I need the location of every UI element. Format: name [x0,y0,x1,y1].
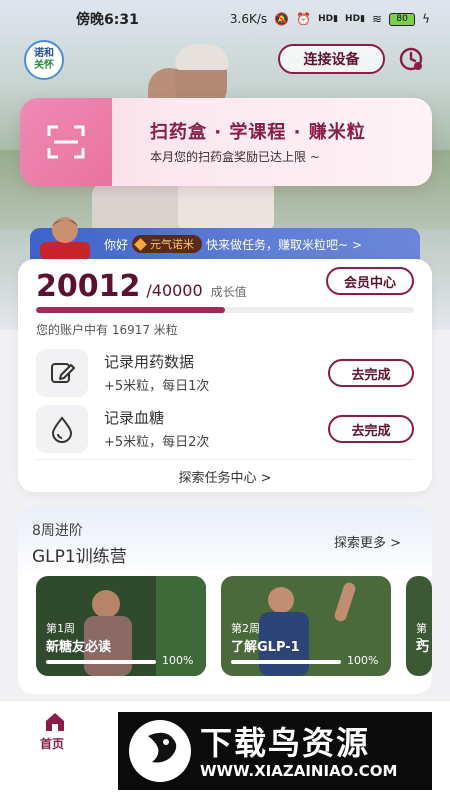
course-progress: 100% [162,654,194,667]
divider [36,459,414,460]
task-reward: +5米粒，每日2次 [104,435,210,450]
complete-task-button[interactable]: 去完成 [328,415,414,443]
hero-person-hair [175,44,229,70]
status-bar: 傍晚6:31 3.6K/s 🔕 ⏰ HD▮ HD▮ ≋ 80 ϟ [0,0,450,38]
training-camp-section: 8周进阶 GLP1训练营 探索更多 > 第1周 新糖友必读 100% 第2周 了… [18,506,432,694]
nav-home-label[interactable]: 首页 [40,735,64,752]
banner-title: 扫药盒 · 学课程 · 赚米粒 [150,122,366,143]
growth-unit: 成长值 [210,285,247,299]
explore-task-center-link[interactable]: 探索任务中心 > [18,467,432,486]
camp-weeks: 8周进阶 [32,523,83,539]
pencil-icon [36,349,88,397]
camp-title: GLP1训练营 [32,547,127,567]
hero-person-body [92,180,184,230]
logo-text: 诺和 [34,48,54,59]
history-settings-icon[interactable] [398,46,424,72]
task-name: 记录血糖 [104,409,165,427]
user-name-badge: 元气诺米 [132,235,203,253]
banner-subtitle: 本月您的扫药盒奖励已达上限 ~ [150,150,320,164]
charging-icon: ϟ [422,12,430,26]
course-progress-bar [231,660,341,664]
blood-drop-icon [36,405,88,453]
status-time: 傍晚6:31 [76,12,139,28]
course-name: 了解GLP-1 [231,640,300,655]
course-card[interactable]: 第3 巧 [406,576,432,676]
signal-icon: HD▮ [318,14,339,24]
course-week: 第2周 [231,622,260,635]
complete-task-button[interactable]: 去完成 [328,359,414,387]
course-name: 巧 [416,640,430,655]
scan-banner[interactable]: 扫药盒 · 学课程 · 赚米粒 本月您的扫药盒奖励已达上限 ~ [20,98,432,186]
growth-value: 20012 /40000 成长值 [36,269,247,304]
member-center-button[interactable]: 会员中心 [326,267,414,295]
battery-icon: 80 [389,12,416,26]
alarm-icon: ⏰ [296,12,312,26]
greeting-prefix: 你好 [104,237,129,252]
logo-text: 关怀 [34,60,54,71]
network-speed: 3.6K/s [229,12,268,26]
account-balance: 您的账户中有 16917 米粒 [36,323,178,337]
connect-device-button[interactable]: 连接设备 [278,44,385,74]
course-card[interactable]: 第2周 了解GLP-1 100% [221,576,391,676]
mute-icon: 🔕 [274,12,290,26]
watermark: 下载鸟资源 WWW.XIAZAINIAO.COM [118,712,432,790]
course-name: 新糖友必读 [46,640,112,655]
course-progress: 100% [347,654,379,667]
explore-more-link[interactable]: 探索更多 > [334,532,401,551]
greeting-strip[interactable]: 你好 元气诺米 快来做任务，赚取米粒吧~ > [30,217,420,260]
task-name: 记录用药数据 [104,353,195,371]
signal-icon: HD▮ [345,14,366,24]
scan-icon [20,98,112,186]
course-progress-bar [46,660,156,664]
wifi-icon: ≋ [372,12,383,26]
gem-icon [134,237,147,251]
growth-total: /40000 [146,281,203,300]
growth-progress-fill [36,307,225,313]
course-card[interactable]: 第1周 新糖友必读 100% [36,576,206,676]
bird-logo-icon [129,720,191,782]
greeting-text: 快来做任务，赚取米粒吧~ > [206,237,362,252]
task-reward: +5米粒，每日1次 [104,379,210,394]
task-item: 记录用药数据 +5米粒，每日1次 去完成 [36,349,414,397]
home-icon[interactable] [44,711,66,733]
watermark-url: WWW.XIAZAINIAO.COM [200,762,398,780]
points-card: 20012 /40000 成长值 会员中心 您的账户中有 16917 米粒 记录… [18,259,432,492]
growth-progress-bar [36,307,414,313]
status-icons: 3.6K/s 🔕 ⏰ HD▮ HD▮ ≋ 80 ϟ [230,12,430,26]
avatar [40,217,90,260]
task-item: 记录血糖 +5米粒，每日2次 去完成 [36,405,414,453]
watermark-title: 下载鸟资源 [200,724,371,762]
growth-current: 20012 [36,269,141,304]
course-week: 第1周 [46,622,75,635]
app-logo: 诺和 关怀 [24,40,64,80]
